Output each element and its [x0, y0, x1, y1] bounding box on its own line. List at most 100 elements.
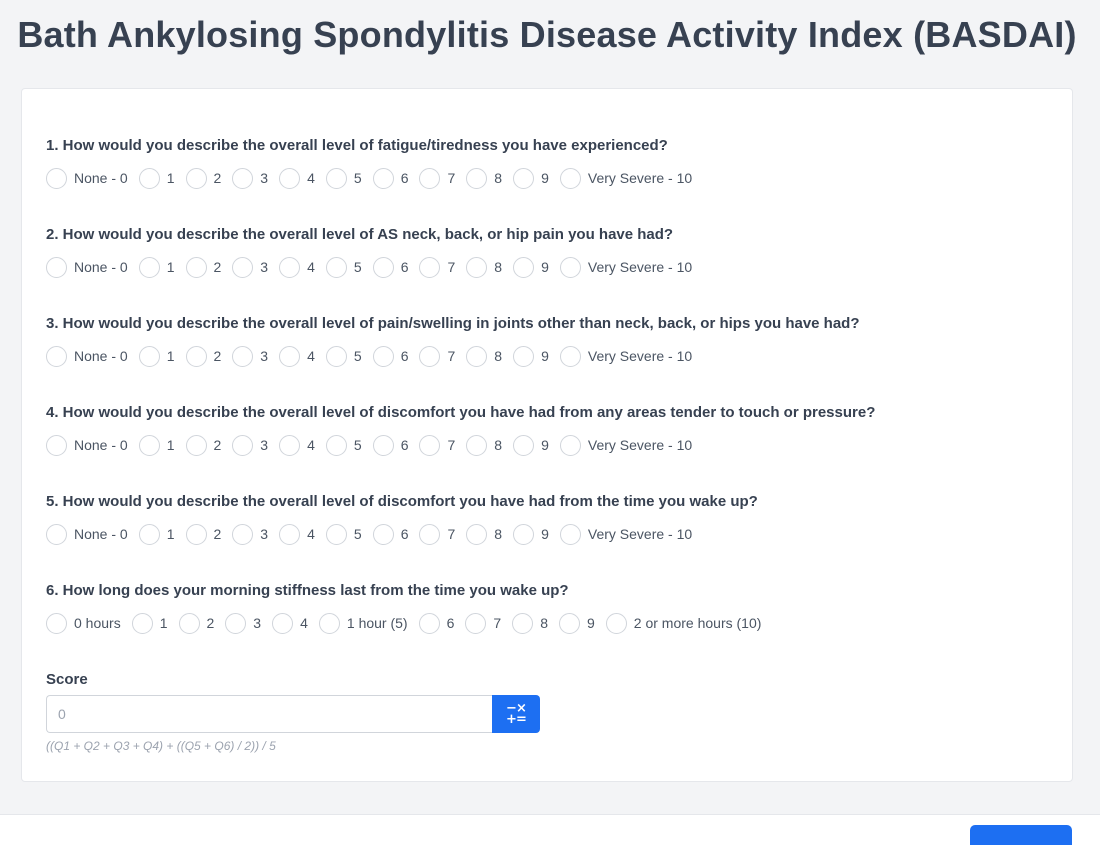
radio-button[interactable]	[138, 434, 160, 456]
radio-button[interactable]	[466, 256, 488, 278]
radio-button[interactable]	[318, 612, 340, 634]
radio-button[interactable]	[46, 256, 67, 278]
radio-button[interactable]	[279, 345, 301, 367]
radio-option[interactable]: 2	[185, 434, 221, 456]
radio-button[interactable]	[559, 256, 581, 278]
radio-button[interactable]	[46, 612, 67, 634]
radio-button[interactable]	[559, 434, 581, 456]
radio-option[interactable]: 8	[512, 612, 548, 634]
radio-option[interactable]: 5	[325, 345, 362, 367]
radio-option[interactable]: 3	[225, 612, 261, 634]
radio-option[interactable]: None - 0	[46, 434, 128, 456]
radio-option[interactable]: 1	[138, 434, 175, 456]
radio-option[interactable]: 5	[325, 167, 362, 189]
radio-option[interactable]: 6	[372, 434, 408, 456]
radio-button[interactable]	[325, 167, 347, 189]
radio-button[interactable]	[279, 523, 301, 545]
radio-option[interactable]: 1	[138, 256, 175, 278]
radio-option[interactable]: 4	[279, 345, 315, 367]
radio-option[interactable]: 9	[513, 256, 549, 278]
radio-button[interactable]	[325, 256, 347, 278]
radio-option[interactable]: 1 hour (5)	[318, 612, 408, 634]
radio-button[interactable]	[605, 612, 627, 634]
radio-option[interactable]: 2 or more hours (10)	[605, 612, 761, 634]
radio-button[interactable]	[325, 345, 347, 367]
radio-option[interactable]: 4	[279, 256, 315, 278]
radio-button[interactable]	[372, 167, 394, 189]
radio-option[interactable]: Very Severe - 10	[559, 167, 692, 189]
radio-button[interactable]	[466, 167, 488, 189]
radio-option[interactable]: 9	[513, 167, 549, 189]
radio-button[interactable]	[372, 523, 394, 545]
radio-option[interactable]: 1	[131, 612, 168, 634]
radio-button[interactable]	[185, 256, 207, 278]
radio-option[interactable]: 6	[418, 612, 454, 634]
radio-button[interactable]	[185, 167, 207, 189]
radio-button[interactable]	[232, 345, 254, 367]
radio-option[interactable]: 6	[372, 345, 408, 367]
radio-option[interactable]: 6	[372, 167, 408, 189]
radio-option[interactable]: None - 0	[46, 523, 128, 545]
radio-option[interactable]: 8	[466, 256, 502, 278]
radio-option[interactable]: 8	[466, 523, 502, 545]
radio-option[interactable]: 2	[185, 345, 221, 367]
radio-button[interactable]	[138, 345, 160, 367]
radio-option[interactable]: 2	[185, 167, 221, 189]
radio-option[interactable]: 8	[466, 434, 502, 456]
radio-button[interactable]	[138, 167, 160, 189]
radio-button[interactable]	[513, 167, 535, 189]
radio-option[interactable]: 9	[513, 434, 549, 456]
radio-option[interactable]: 2	[185, 256, 221, 278]
radio-button[interactable]	[372, 434, 394, 456]
radio-button[interactable]	[418, 612, 440, 634]
calculate-button[interactable]: − × + =	[492, 695, 540, 733]
radio-option[interactable]: 5	[325, 256, 362, 278]
radio-button[interactable]	[513, 256, 535, 278]
radio-button[interactable]	[559, 167, 581, 189]
radio-button[interactable]	[272, 612, 294, 634]
radio-button[interactable]	[372, 256, 394, 278]
radio-option[interactable]: 3	[232, 434, 268, 456]
radio-button[interactable]	[419, 256, 441, 278]
radio-option[interactable]: 3	[232, 167, 268, 189]
radio-option[interactable]: 3	[232, 345, 268, 367]
radio-option[interactable]: 9	[558, 612, 595, 634]
radio-option[interactable]: 6	[372, 256, 408, 278]
radio-button[interactable]	[185, 345, 207, 367]
radio-button[interactable]	[279, 434, 301, 456]
radio-option[interactable]: 7	[419, 167, 455, 189]
radio-button[interactable]	[513, 523, 535, 545]
radio-button[interactable]	[419, 523, 441, 545]
radio-button[interactable]	[46, 434, 67, 456]
radio-option[interactable]: 1	[138, 523, 175, 545]
radio-button[interactable]	[558, 612, 580, 634]
radio-button[interactable]	[279, 256, 301, 278]
radio-option[interactable]: 4	[279, 434, 315, 456]
radio-button[interactable]	[232, 434, 254, 456]
radio-button[interactable]	[178, 612, 200, 634]
radio-button[interactable]	[138, 256, 160, 278]
radio-option[interactable]: Very Severe - 10	[559, 434, 692, 456]
radio-option[interactable]: 8	[466, 167, 502, 189]
radio-button[interactable]	[325, 523, 347, 545]
radio-button[interactable]	[46, 167, 67, 189]
radio-button[interactable]	[46, 523, 67, 545]
radio-button[interactable]	[185, 523, 207, 545]
radio-option[interactable]: 1	[138, 345, 175, 367]
radio-button[interactable]	[466, 434, 488, 456]
radio-option[interactable]: 5	[325, 523, 362, 545]
radio-button[interactable]	[419, 167, 441, 189]
radio-button[interactable]	[559, 345, 581, 367]
radio-button[interactable]	[232, 256, 254, 278]
radio-button[interactable]	[138, 523, 160, 545]
radio-option[interactable]: 7	[465, 612, 501, 634]
radio-option[interactable]: 7	[419, 523, 455, 545]
radio-button[interactable]	[512, 612, 534, 634]
radio-button[interactable]	[419, 345, 441, 367]
radio-option[interactable]: 2	[185, 523, 221, 545]
radio-option[interactable]: None - 0	[46, 167, 128, 189]
radio-button[interactable]	[372, 345, 394, 367]
radio-option[interactable]: 1	[138, 167, 175, 189]
radio-option[interactable]: 8	[466, 345, 502, 367]
radio-option[interactable]: 4	[272, 612, 308, 634]
